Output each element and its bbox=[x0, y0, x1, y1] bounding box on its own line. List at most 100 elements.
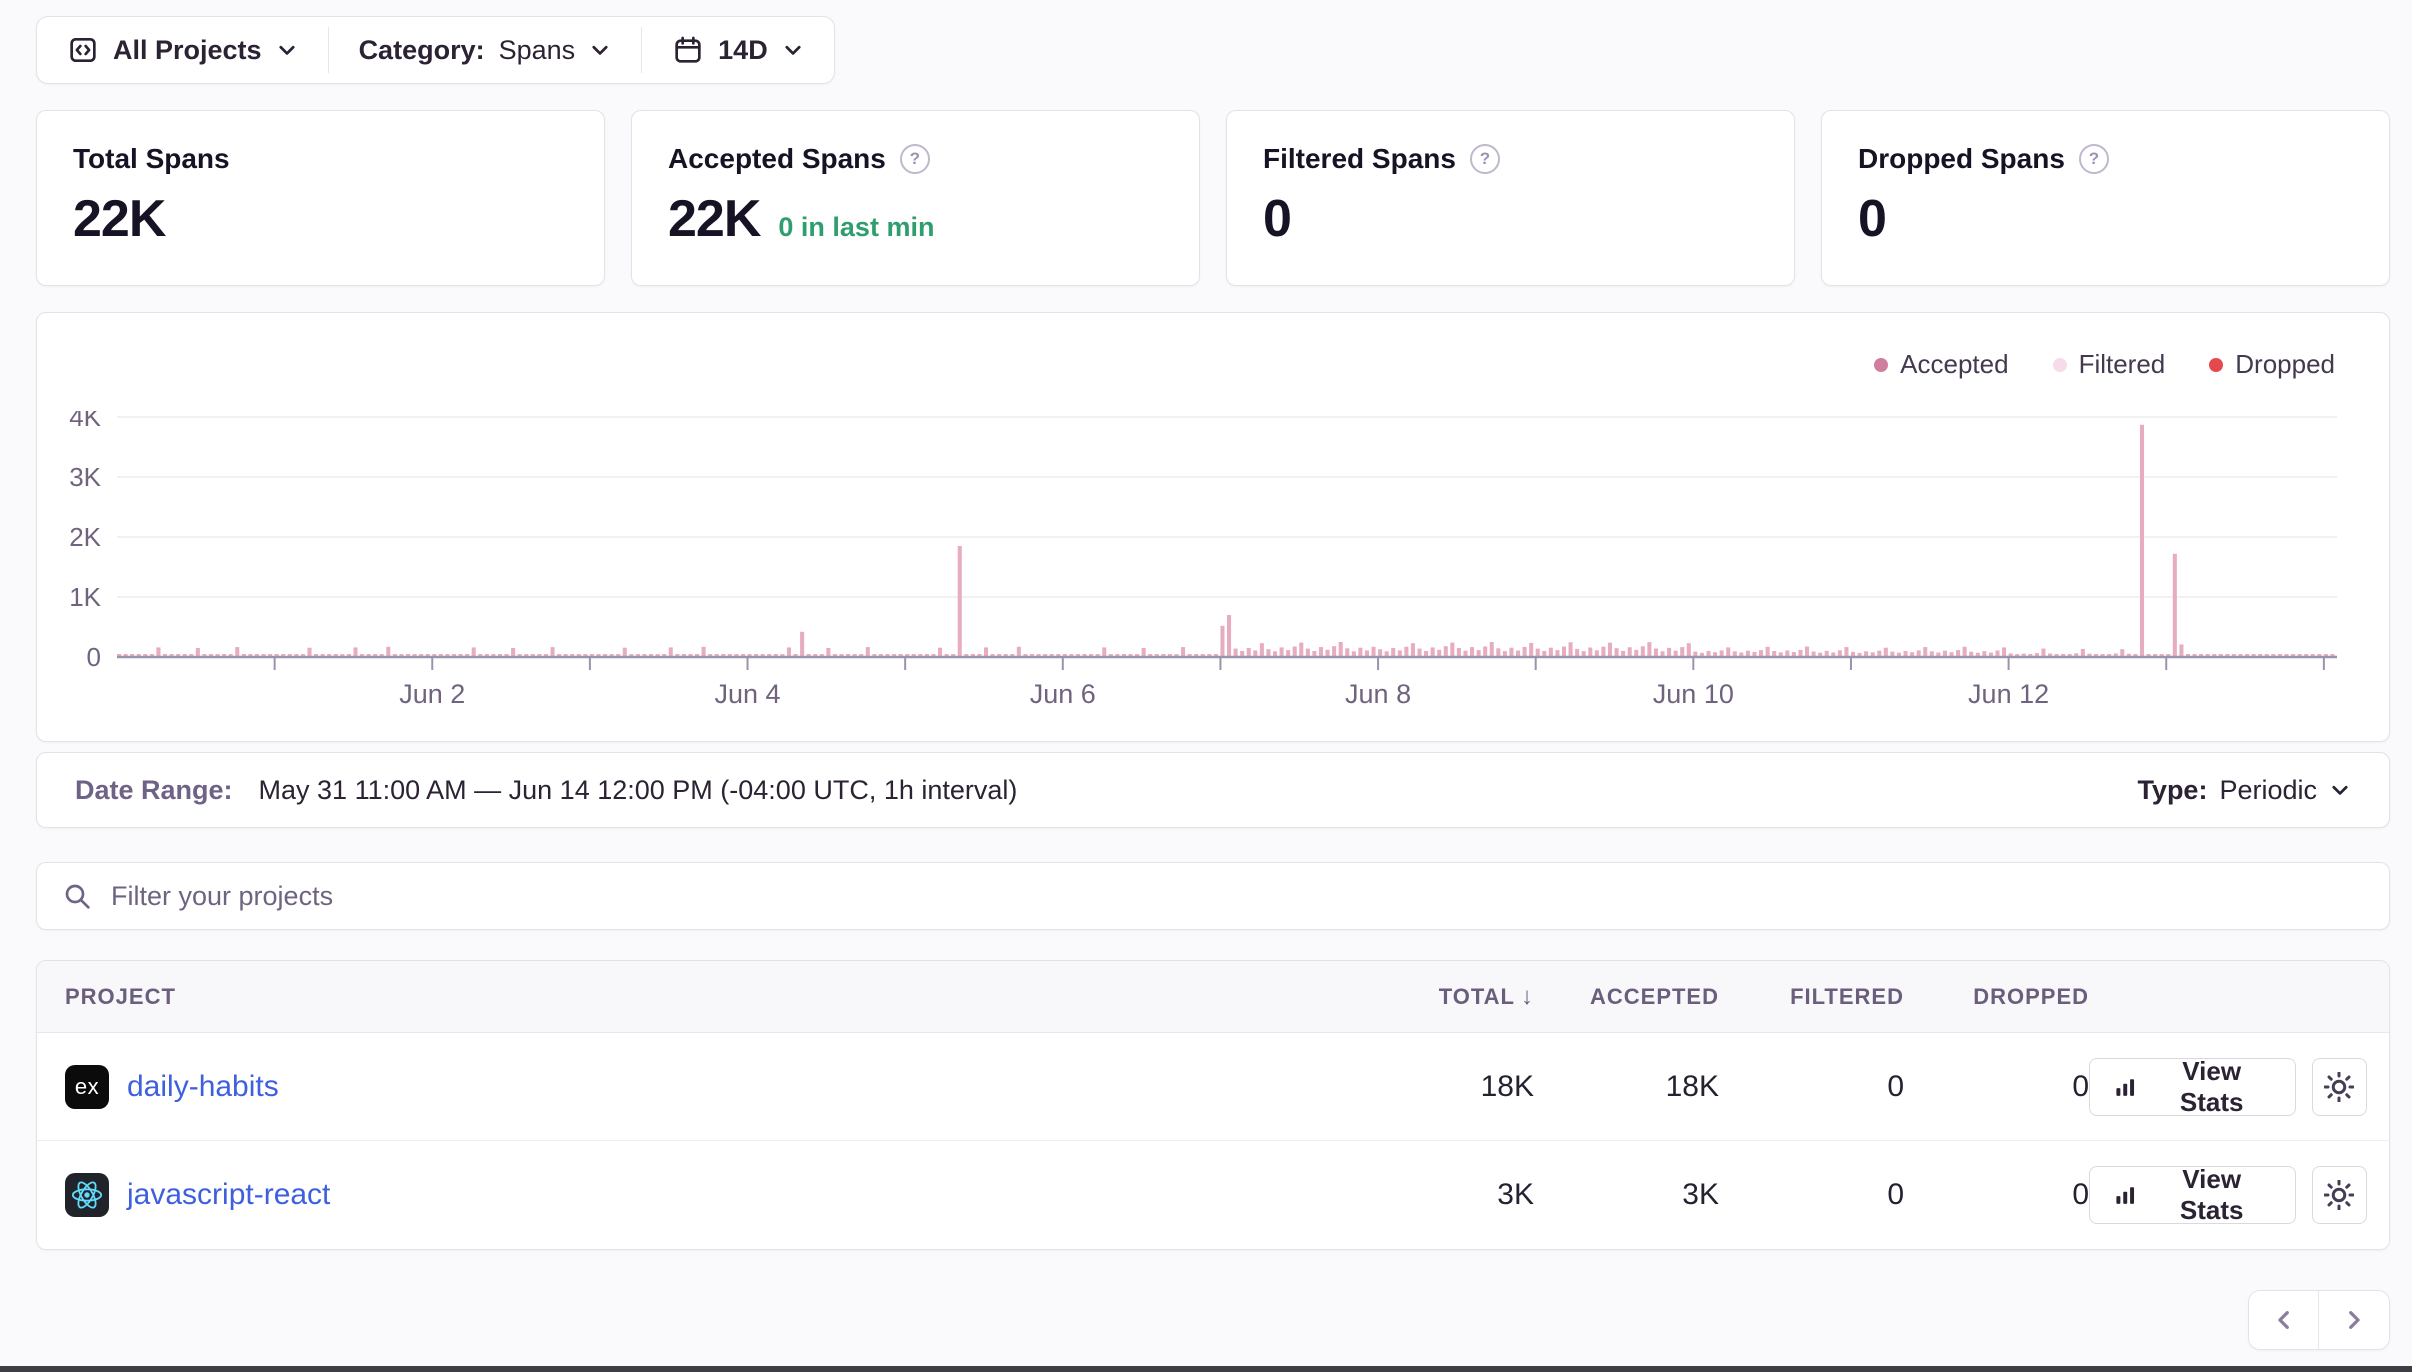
stat-value: 22K bbox=[668, 189, 760, 249]
spans-chart-card: Accepted Filtered Dropped 0 1K 2K 3K 4K Jun 2… bbox=[36, 312, 2390, 742]
calendar-icon bbox=[672, 34, 704, 66]
accepted-cell: 18K bbox=[1534, 1070, 1719, 1104]
svg-text:2K: 2K bbox=[69, 522, 101, 552]
svg-text:0: 0 bbox=[87, 642, 101, 672]
type-value: Periodic bbox=[2219, 775, 2317, 806]
project-filter-search bbox=[36, 862, 2390, 930]
spans-bar-chart[interactable]: 0 1K 2K 3K 4K Jun 2 Jun 4 Jun 6 Jun 8 Jun 10 Jun 1… bbox=[37, 411, 2389, 731]
date-period-dropdown[interactable]: 14D bbox=[642, 17, 834, 83]
view-stats-label: View Stats bbox=[2150, 1056, 2272, 1118]
project-settings-button[interactable] bbox=[2312, 1058, 2367, 1116]
column-header-dropped: DROPPED bbox=[1904, 984, 2089, 1010]
chevron-down-icon bbox=[276, 39, 298, 61]
stat-value: 0 bbox=[1858, 189, 1886, 249]
stat-value: 22K bbox=[73, 189, 165, 249]
spans-stats-page: All Projects Category: Spans 14D Total S… bbox=[0, 0, 2412, 1372]
type-dropdown[interactable]: Type: Periodic bbox=[2137, 775, 2351, 806]
stat-value: 0 bbox=[1263, 189, 1291, 249]
project-settings-button[interactable] bbox=[2312, 1166, 2367, 1224]
view-stats-label: View Stats bbox=[2150, 1164, 2272, 1226]
stat-card-filtered-spans: Filtered Spans ? 0 bbox=[1226, 110, 1795, 286]
column-header-project: PROJECT bbox=[37, 984, 1349, 1010]
column-header-total[interactable]: TOTAL ↓ bbox=[1349, 983, 1534, 1011]
projects-table: PROJECT TOTAL ↓ ACCEPTED FILTERED DROPPE… bbox=[36, 960, 2390, 1250]
chevron-down-icon bbox=[2329, 779, 2351, 801]
legend-item-filtered[interactable]: Filtered bbox=[2053, 349, 2166, 380]
svg-text:4K: 4K bbox=[69, 411, 101, 432]
total-cell: 18K bbox=[1349, 1070, 1534, 1104]
table-header-row: PROJECT TOTAL ↓ ACCEPTED FILTERED DROPPE… bbox=[37, 961, 2389, 1033]
column-header-accepted: ACCEPTED bbox=[1534, 984, 1719, 1010]
stat-cards-row: Total Spans 22K Accepted Spans ? 22K 0 i… bbox=[36, 110, 2390, 286]
view-stats-button[interactable]: View Stats bbox=[2089, 1166, 2296, 1224]
category-label: Category: bbox=[359, 35, 485, 66]
stat-last-min: 0 in last min bbox=[778, 212, 934, 243]
project-link[interactable]: javascript-react bbox=[127, 1178, 330, 1212]
search-icon bbox=[61, 880, 93, 912]
accepted-cell: 3K bbox=[1534, 1178, 1719, 1212]
svg-text:Jun 12: Jun 12 bbox=[1968, 679, 2049, 709]
sort-desc-icon: ↓ bbox=[1521, 983, 1534, 1011]
table-row: ex daily-habits 18K 18K 0 0 View Stats bbox=[37, 1033, 2389, 1141]
legend-label: Filtered bbox=[2079, 349, 2166, 380]
category-dropdown[interactable]: Category: Spans bbox=[329, 17, 642, 83]
svg-text:1K: 1K bbox=[69, 582, 101, 612]
window-bottom-edge bbox=[0, 1366, 2412, 1372]
stat-title: Filtered Spans bbox=[1263, 143, 1456, 175]
project-link[interactable]: daily-habits bbox=[127, 1070, 279, 1104]
dropped-cell: 0 bbox=[1904, 1070, 2089, 1104]
date-range-bar: Date Range: May 31 11:00 AM — Jun 14 12:… bbox=[36, 752, 2390, 828]
stat-title: Dropped Spans bbox=[1858, 143, 2065, 175]
bar-chart-icon bbox=[2112, 1073, 2138, 1101]
search-input[interactable] bbox=[111, 881, 2365, 912]
previous-page-button[interactable] bbox=[2249, 1291, 2319, 1349]
legend-item-dropped[interactable]: Dropped bbox=[2209, 349, 2335, 380]
help-icon[interactable]: ? bbox=[1470, 144, 1500, 174]
chevron-down-icon bbox=[782, 39, 804, 61]
filtered-dot-icon bbox=[2053, 358, 2067, 372]
accepted-dot-icon bbox=[1874, 358, 1888, 372]
dropped-dot-icon bbox=[2209, 358, 2223, 372]
help-icon[interactable]: ? bbox=[2079, 144, 2109, 174]
chevron-right-icon bbox=[2341, 1307, 2367, 1333]
gear-icon bbox=[2324, 1180, 2354, 1210]
date-range-value: May 31 11:00 AM — Jun 14 12:00 PM (-04:0… bbox=[259, 775, 1018, 806]
help-icon[interactable]: ? bbox=[900, 144, 930, 174]
svg-text:Jun 6: Jun 6 bbox=[1030, 679, 1096, 709]
project-filter-label: All Projects bbox=[113, 35, 262, 66]
stat-title: Total Spans bbox=[73, 143, 230, 175]
date-period-value: 14D bbox=[718, 35, 768, 66]
svg-text:Jun 10: Jun 10 bbox=[1653, 679, 1734, 709]
chevron-down-icon bbox=[589, 39, 611, 61]
column-header-total-label: TOTAL bbox=[1439, 984, 1515, 1010]
chart-legend: Accepted Filtered Dropped bbox=[1874, 349, 2335, 380]
date-range-label: Date Range: bbox=[75, 775, 233, 806]
legend-label: Accepted bbox=[1900, 349, 2008, 380]
dropped-cell: 0 bbox=[1904, 1178, 2089, 1212]
project-filter-dropdown[interactable]: All Projects bbox=[37, 17, 328, 83]
table-row: javascript-react 3K 3K 0 0 View Stats bbox=[37, 1141, 2389, 1249]
legend-item-accepted[interactable]: Accepted bbox=[1874, 349, 2008, 380]
chevron-left-icon bbox=[2271, 1307, 2297, 1333]
svg-text:Jun 8: Jun 8 bbox=[1345, 679, 1411, 709]
next-page-button[interactable] bbox=[2319, 1291, 2389, 1349]
pagination bbox=[36, 1290, 2390, 1350]
bar-chart-icon bbox=[2112, 1181, 2138, 1209]
filters-toolbar: All Projects Category: Spans 14D bbox=[36, 16, 835, 84]
category-value: Spans bbox=[499, 35, 576, 66]
react-platform-icon bbox=[65, 1173, 109, 1217]
svg-text:Jun 2: Jun 2 bbox=[399, 679, 465, 709]
svg-text:3K: 3K bbox=[69, 462, 101, 492]
stat-card-total-spans: Total Spans 22K bbox=[36, 110, 605, 286]
legend-label: Dropped bbox=[2235, 349, 2335, 380]
stat-title: Accepted Spans bbox=[668, 143, 886, 175]
column-header-filtered: FILTERED bbox=[1719, 984, 1904, 1010]
view-stats-button[interactable]: View Stats bbox=[2089, 1058, 2296, 1116]
gear-icon bbox=[2324, 1072, 2354, 1102]
stat-card-accepted-spans: Accepted Spans ? 22K 0 in last min bbox=[631, 110, 1200, 286]
filtered-cell: 0 bbox=[1719, 1070, 1904, 1104]
filtered-cell: 0 bbox=[1719, 1178, 1904, 1212]
total-cell: 3K bbox=[1349, 1178, 1534, 1212]
svg-text:Jun 4: Jun 4 bbox=[715, 679, 781, 709]
stat-card-dropped-spans: Dropped Spans ? 0 bbox=[1821, 110, 2390, 286]
